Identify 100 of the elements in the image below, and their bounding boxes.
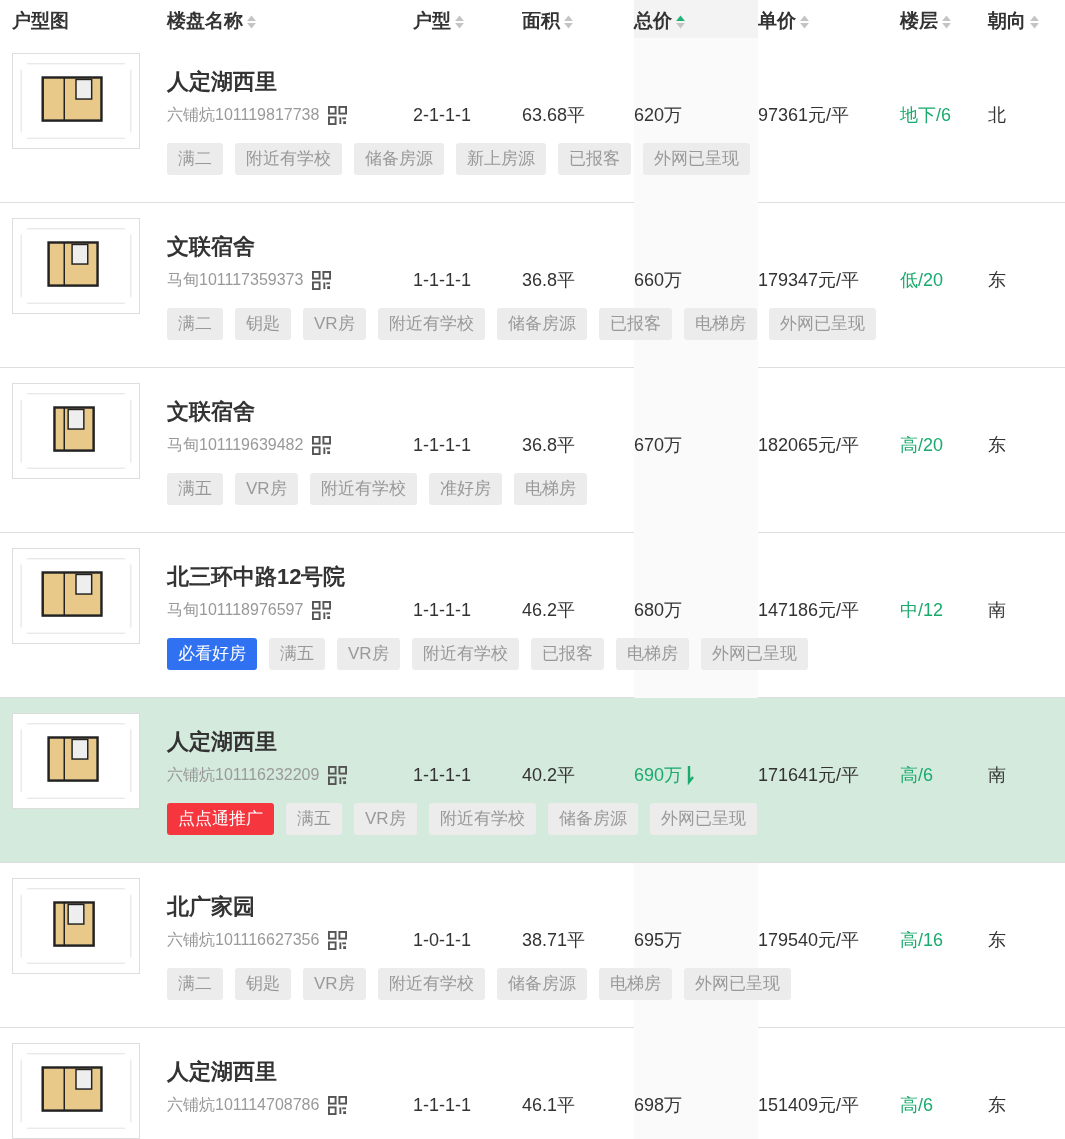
floor-text: 高/20: [900, 434, 944, 457]
tag: 满五: [167, 473, 223, 505]
unit-price: 182065元/平: [758, 434, 860, 457]
tag: VR房: [354, 803, 417, 835]
tag: VR房: [337, 638, 400, 670]
floor-plan-drawing[interactable]: [12, 383, 140, 479]
tag: 电梯房: [615, 638, 689, 670]
floor-text: 高/6: [900, 1094, 933, 1117]
unit-price: 97361元/平: [758, 104, 850, 127]
column-header[interactable]: 单价: [758, 8, 796, 34]
qr-code-icon[interactable]: [312, 270, 332, 290]
qr-code-icon[interactable]: [328, 105, 348, 125]
qr-code-icon[interactable]: [328, 765, 348, 785]
tag: 钥匙: [235, 968, 291, 1000]
area-text: 46.2平: [522, 599, 576, 622]
tag: VR房: [303, 968, 366, 1000]
property-name[interactable]: 文联宿舍: [167, 396, 255, 428]
floor-plan-drawing[interactable]: [12, 53, 140, 149]
tag: 储备房源: [496, 968, 587, 1000]
layout-text: 2-1-1-1: [413, 104, 472, 126]
layout-text: 1-1-1-1: [413, 599, 472, 621]
tag: 新上房源: [456, 143, 546, 175]
floor-plan-drawing[interactable]: [12, 713, 140, 809]
unit-price: 151409元/平: [758, 1094, 860, 1117]
tag: 电梯房: [683, 308, 757, 340]
listing-row[interactable]: 北三环中路12号院 马甸101118976597 1-1-1-1 46.2平 680万 147186元/平 中/12 南 必看好房 满五 VR房 附近有学校 已报客 电梯房 外网已呈现: [0, 533, 1065, 698]
area-text: 36.8平: [522, 269, 576, 292]
tag: 外网已呈现: [683, 968, 791, 1000]
tag: 满五: [286, 803, 342, 835]
layout-text: 1-1-1-1: [413, 1094, 472, 1116]
orientation-text: 东: [988, 929, 1006, 952]
tag: 准好房: [428, 473, 502, 505]
listing-row[interactable]: 人定湖西里 六铺炕101119817738 2-1-1-1 63.68平 620万 97361元/平 地下/6 北 满二 附近有学校 储备房源 新上房源 已报客 外网已呈现: [0, 38, 1065, 203]
tag: 电梯房: [513, 473, 587, 505]
floor-text: 低/20: [900, 269, 944, 292]
tag: 钥匙: [235, 308, 291, 340]
orientation-text: 东: [988, 434, 1006, 457]
floor-plan-drawing[interactable]: [12, 218, 140, 314]
tag: 附近有学校: [428, 803, 536, 835]
column-header[interactable]: 面积: [522, 8, 560, 34]
tag: 储备房源: [354, 143, 444, 175]
total-price: 660万: [634, 269, 683, 292]
column-header[interactable]: 总价: [634, 8, 672, 34]
column-header[interactable]: 楼盘名称: [167, 8, 243, 34]
layout-text: 1-0-1-1: [413, 929, 472, 951]
total-price: 695万: [634, 929, 683, 952]
property-name[interactable]: 人定湖西里: [167, 1056, 277, 1088]
property-name[interactable]: 人定湖西里: [167, 66, 277, 98]
property-name[interactable]: 人定湖西里: [167, 726, 277, 758]
area-text: 40.2平: [522, 764, 576, 787]
property-name[interactable]: 北三环中路12号院: [167, 561, 346, 593]
listing-code: 六铺炕101116627356: [167, 929, 320, 950]
unit-price: 171641元/平: [758, 764, 860, 787]
listing-code: 六铺炕101119817738: [167, 104, 320, 125]
layout-text: 1-1-1-1: [413, 269, 472, 291]
qr-code-icon[interactable]: [328, 930, 348, 950]
listing-row[interactable]: 文联宿舍 马甸101117359373 1-1-1-1 36.8平 660万 179347元/平 低/20 东 满二 钥匙 VR房 附近有学校 储备房源 已报客 电梯房 外网已呈现: [0, 203, 1065, 368]
tag: 外网已呈现: [649, 803, 757, 835]
listing-row[interactable]: 文联宿舍 马甸101119639482 1-1-1-1 36.8平 670万 182065元/平 高/20 东 满五 VR房 附近有学校 准好房 电梯房: [0, 368, 1065, 533]
tag: 满二: [167, 143, 223, 175]
tag: 储备房源: [547, 803, 638, 835]
tag: VR房: [235, 473, 298, 505]
orientation-text: 北: [988, 104, 1006, 127]
column-header[interactable]: 户型: [413, 8, 451, 34]
tag: 外网已呈现: [700, 638, 808, 670]
column-header[interactable]: 朝向: [988, 8, 1026, 34]
property-name[interactable]: 北广家园: [167, 891, 255, 923]
listing-row[interactable]: 人定湖西里 六铺炕101116232209 1-1-1-1 40.2平 690万 171641元/平 高/6 南 点点通推广 满五 VR房 附近有学校 储备房源 外网已呈现: [0, 698, 1065, 863]
tag: 必看好房: [167, 638, 257, 670]
area-text: 36.8平: [522, 434, 576, 457]
floor-plan-drawing[interactable]: [12, 878, 140, 974]
unit-price: 179347元/平: [758, 269, 860, 292]
floor-plan-drawing[interactable]: [12, 1043, 140, 1139]
area-text: 63.68平: [522, 104, 586, 127]
floor-text: 高/6: [900, 764, 933, 787]
qr-code-icon[interactable]: [312, 600, 332, 620]
tag: 外网已呈现: [643, 143, 750, 175]
column-header: 户型图: [12, 9, 69, 33]
total-price: 690万: [634, 764, 683, 787]
unit-price: 179540元/平: [758, 929, 860, 952]
column-header[interactable]: 楼层: [900, 8, 938, 34]
listing-code: 马甸101117359373: [167, 269, 304, 290]
tag: 满二: [167, 968, 223, 1000]
listing-code: 马甸101118976597: [167, 599, 304, 620]
tag: 电梯房: [598, 968, 672, 1000]
floor-plan-drawing[interactable]: [12, 548, 140, 644]
listing-row[interactable]: 人定湖西里 六铺炕101114708786 1-1-1-1 46.1平 698万 151409元/平 高/6 东: [0, 1028, 1065, 1139]
total-price: 698万: [634, 1094, 683, 1117]
tag: 满五: [269, 638, 325, 670]
layout-text: 1-1-1-1: [413, 764, 472, 786]
qr-code-icon[interactable]: [312, 435, 332, 455]
listing-row[interactable]: 北广家园 六铺炕101116627356 1-0-1-1 38.71平 695万 179540元/平 高/16 东 满二 钥匙 VR房 附近有学校 储备房源 电梯房 外网已呈现: [0, 863, 1065, 1028]
tag: VR房: [303, 308, 366, 340]
property-name[interactable]: 文联宿舍: [167, 231, 255, 263]
tag: 已报客: [598, 308, 672, 340]
orientation-text: 南: [988, 764, 1006, 787]
floor-text: 高/16: [900, 929, 944, 952]
qr-code-icon[interactable]: [328, 1095, 348, 1115]
listing-code: 六铺炕101116232209: [167, 764, 320, 785]
tag: 已报客: [530, 638, 604, 670]
